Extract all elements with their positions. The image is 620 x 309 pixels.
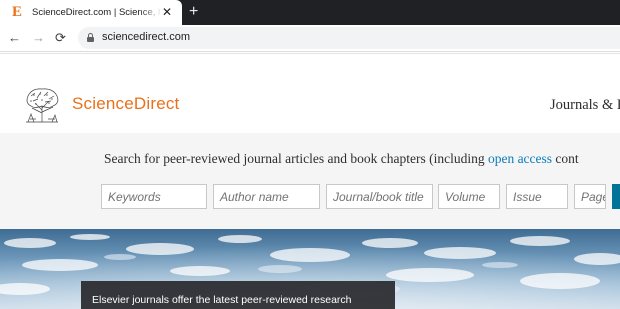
nav-journals-books[interactable]: Journals & B xyxy=(550,97,620,114)
new-tab-plus-icon[interactable]: + xyxy=(189,2,198,22)
hero-banner: Elsevier journals offer the latest peer-… xyxy=(0,229,620,309)
pages-input[interactable]: Pages xyxy=(574,184,606,209)
back-arrow-icon[interactable]: ← xyxy=(8,29,21,47)
journal-book-title-input[interactable]: Journal/book title xyxy=(326,184,433,209)
author-name-input[interactable]: Author name xyxy=(213,184,320,209)
search-button[interactable] xyxy=(612,184,620,209)
reload-icon[interactable]: ⟳ xyxy=(55,29,66,47)
issue-input[interactable]: Issue xyxy=(506,184,568,209)
brand-name[interactable]: ScienceDirect xyxy=(72,94,179,114)
address-url[interactable]: sciencedirect.com xyxy=(102,31,190,43)
address-bar[interactable]: sciencedirect.com xyxy=(78,27,620,49)
browser-tab-strip: E ScienceDirect.com | Science, heal ✕ + xyxy=(0,0,620,25)
search-panel: Search for peer-reviewed journal article… xyxy=(0,133,620,229)
open-access-link[interactable]: open access xyxy=(488,151,552,166)
site-header: ScienceDirect Journals & B xyxy=(0,53,620,133)
browser-toolbar: ← → ⟳ sciencedirect.com xyxy=(0,25,620,52)
elsevier-tree-logo-icon[interactable] xyxy=(22,86,62,124)
hero-caption-box: Elsevier journals offer the latest peer-… xyxy=(81,281,395,309)
search-intro-text: Search for peer-reviewed journal article… xyxy=(104,151,579,167)
browser-tab-active[interactable]: E ScienceDirect.com | Science, heal ✕ xyxy=(0,0,182,25)
page-content: ScienceDirect Journals & B Search for pe… xyxy=(0,53,620,309)
elsevier-favicon-icon: E xyxy=(12,4,23,20)
volume-input[interactable]: Volume xyxy=(438,184,500,209)
close-icon[interactable]: ✕ xyxy=(162,5,172,19)
search-intro-lead: Search for peer-reviewed journal article… xyxy=(104,151,488,166)
search-intro-tail: cont xyxy=(552,151,579,166)
lock-icon[interactable] xyxy=(87,33,94,42)
keywords-input[interactable]: Keywords xyxy=(101,184,207,209)
tab-title-fade xyxy=(140,4,162,20)
forward-arrow-icon[interactable]: → xyxy=(32,29,45,47)
hero-caption-text: Elsevier journals offer the latest peer-… xyxy=(92,294,352,306)
